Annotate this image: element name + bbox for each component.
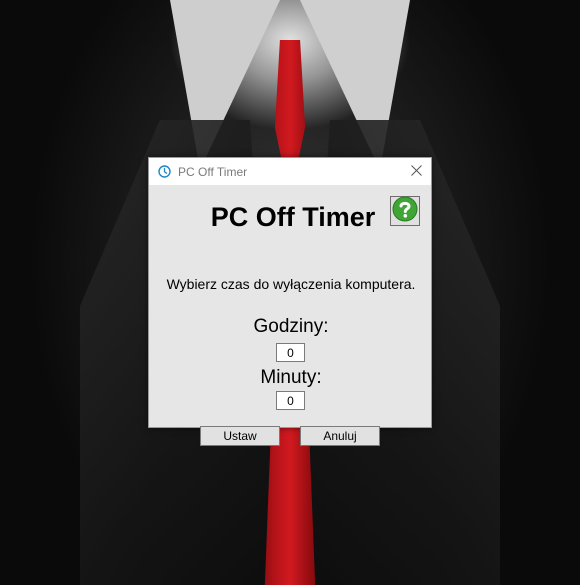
cancel-button[interactable]: Anuluj xyxy=(300,426,380,446)
set-button[interactable]: Ustaw xyxy=(200,426,280,446)
title-bar[interactable]: PC Off Timer xyxy=(149,158,431,185)
pc-off-timer-window: PC Off Timer PC Off Timer Wybierz czas d… xyxy=(148,157,432,446)
window-content: PC Off Timer Wybierz czas do wyłączenia … xyxy=(149,185,431,446)
close-button[interactable] xyxy=(401,158,431,185)
hours-input[interactable] xyxy=(276,343,305,362)
help-button[interactable] xyxy=(390,196,420,226)
help-icon xyxy=(392,196,418,227)
close-icon xyxy=(410,163,422,181)
clock-icon xyxy=(157,165,171,179)
minutes-input[interactable] xyxy=(276,391,305,410)
window-title: PC Off Timer xyxy=(178,164,248,179)
hours-label: Godziny: xyxy=(253,316,329,337)
description-text: Wybierz czas do wyłączenia komputera. xyxy=(166,276,416,292)
minutes-label: Minuty: xyxy=(260,367,322,388)
